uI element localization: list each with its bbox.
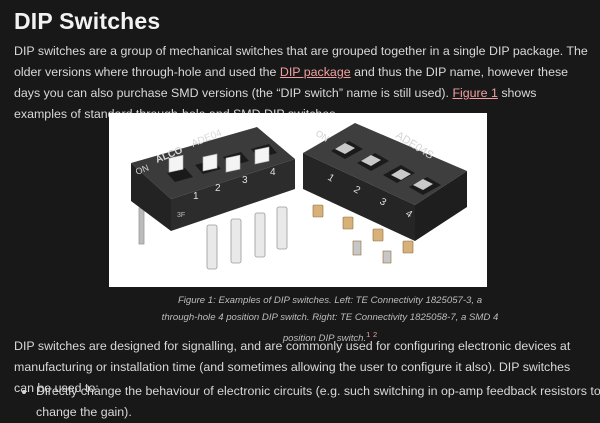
figure-1-link[interactable]: Figure 1 (452, 86, 497, 100)
left-num-3: 3 (242, 175, 248, 186)
dip-switch-illustration: ON ALCO ADE04 1 2 3 4 3F ON ADE04S 1 2 3… (131, 123, 467, 270)
left-code-label: 3F (177, 212, 185, 219)
list-item: Directly change the behaviour of electro… (36, 381, 600, 423)
dip-switch-photo: ON ALCO ADE04 1 2 3 4 3F ON ADE04S 1 2 3… (109, 113, 487, 287)
dip-package-link[interactable]: DIP package (280, 65, 351, 79)
left-num-1: 1 (193, 191, 199, 202)
smd-dip-switch: ON ADE04S 1 2 3 4 (303, 123, 467, 264)
page-title: DIP Switches (14, 8, 161, 34)
left-num-2: 2 (215, 183, 221, 194)
left-num-4: 4 (270, 167, 276, 178)
usage-list: Directly change the behaviour of electro… (14, 381, 600, 423)
through-hole-dip-switch: ON ALCO ADE04 1 2 3 4 3F (131, 127, 295, 270)
